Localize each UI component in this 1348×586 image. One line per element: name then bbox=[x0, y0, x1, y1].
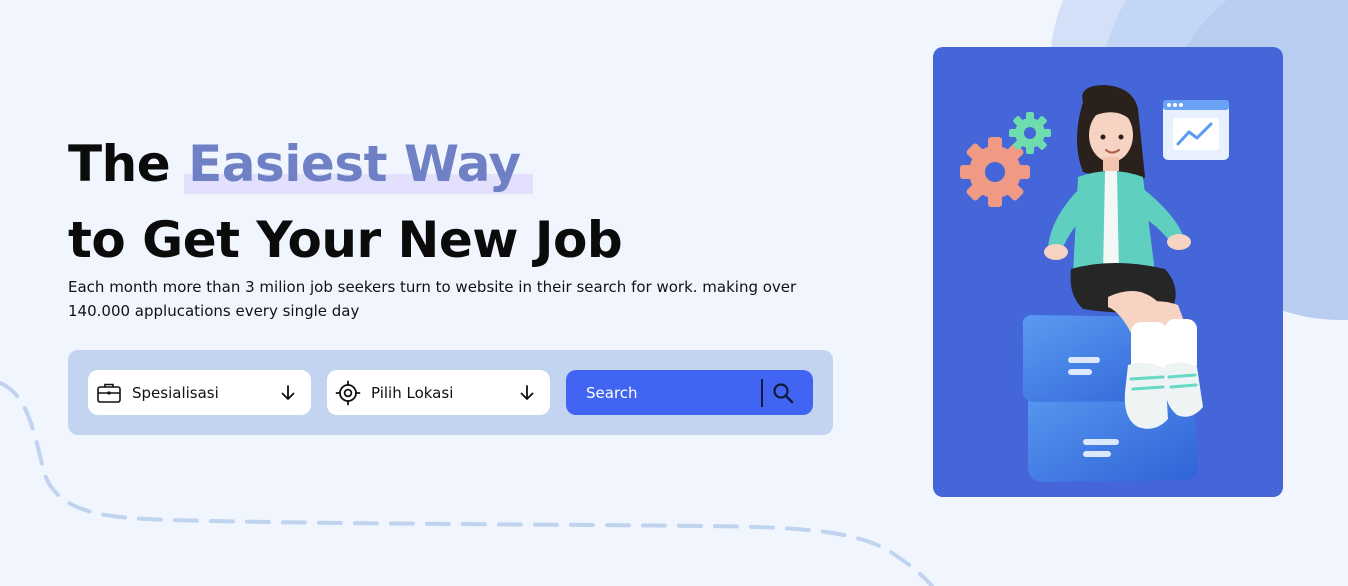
briefcase-icon bbox=[96, 380, 122, 406]
arrow-down-icon bbox=[518, 384, 536, 402]
hero-illustration-card bbox=[933, 47, 1283, 497]
search-panel: Spesialisasi Pilih Lokasi Search bbox=[68, 350, 833, 435]
hero-title-highlight-text: Easiest Way bbox=[188, 135, 521, 193]
magnifier-icon bbox=[771, 381, 795, 405]
search-divider bbox=[761, 378, 763, 407]
search-button-label: Search bbox=[586, 383, 638, 402]
hero-title-line-2: to Get Your New Job bbox=[68, 211, 623, 269]
arrow-down-icon bbox=[279, 384, 297, 402]
specialization-dropdown[interactable]: Spesialisasi bbox=[88, 370, 311, 415]
job-seeker-illustration bbox=[960, 85, 1229, 482]
search-button[interactable]: Search bbox=[566, 370, 813, 415]
specialization-label: Spesialisasi bbox=[132, 383, 219, 402]
location-dropdown[interactable]: Pilih Lokasi bbox=[327, 370, 550, 415]
hero-description: Each month more than 3 milion job seeker… bbox=[68, 278, 797, 320]
gear-icon bbox=[1009, 112, 1051, 154]
hero-title-highlight: Easiest Way bbox=[184, 132, 533, 196]
hero-title: The Easiest Way to Get Your New Job bbox=[68, 132, 623, 272]
hero-title-prefix: The bbox=[68, 135, 171, 193]
location-label: Pilih Lokasi bbox=[371, 383, 454, 402]
hero-title-line-1: The Easiest Way bbox=[68, 132, 622, 196]
crosshair-icon bbox=[335, 380, 361, 406]
chart-window-icon bbox=[1163, 100, 1229, 160]
